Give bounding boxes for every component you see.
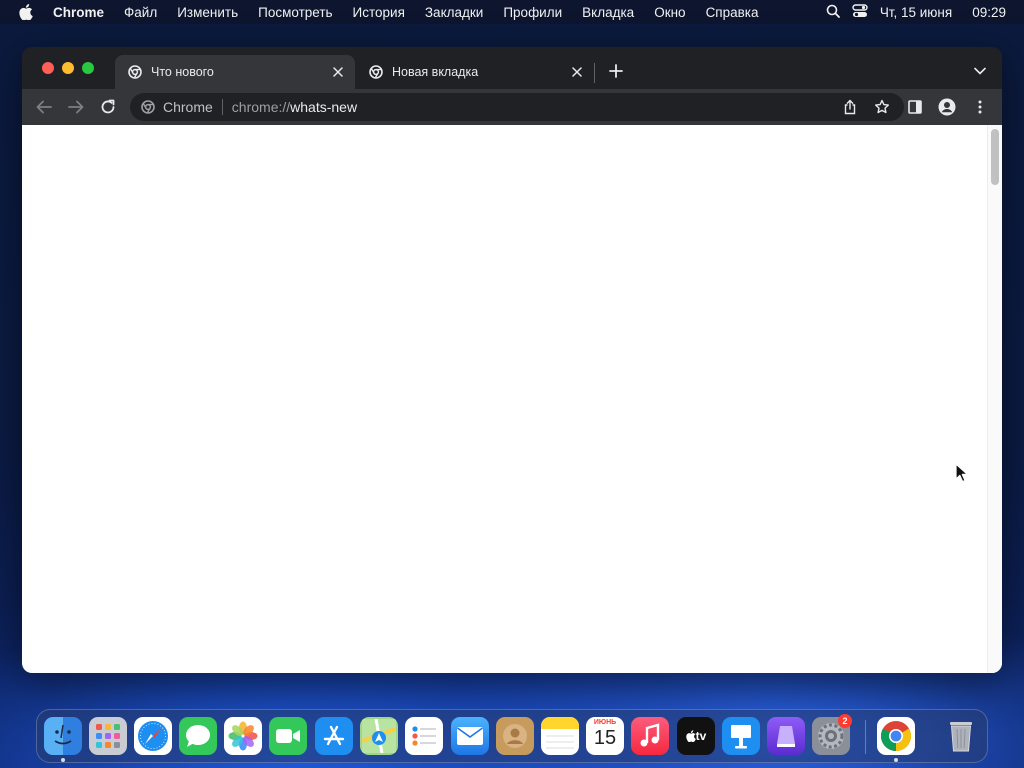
profile-avatar-icon[interactable]: [937, 97, 957, 117]
side-panel-icon[interactable]: [905, 97, 925, 117]
page-content[interactable]: [22, 125, 1002, 673]
trash-icon[interactable]: [942, 717, 980, 755]
menu-window[interactable]: Окно: [654, 5, 685, 20]
photos-icon[interactable]: [224, 717, 262, 755]
chrome-favicon-icon: [368, 64, 384, 80]
vertical-scrollbar[interactable]: [987, 125, 1002, 673]
spotlight-search-icon[interactable]: [826, 4, 840, 21]
omnibox-divider: [221, 99, 223, 115]
bookmark-star-icon[interactable]: [872, 97, 892, 117]
dock: ИЮНЬ 15 tv 2: [36, 709, 988, 763]
new-tab-plus-icon[interactable]: [607, 62, 625, 80]
window-minimize-button[interactable]: [62, 62, 74, 74]
menu-view[interactable]: Посмотреть: [258, 5, 332, 20]
tab-close-icon[interactable]: [330, 64, 346, 80]
system-settings-badge: 2: [838, 714, 852, 728]
site-chip-label: Chrome: [163, 99, 213, 115]
share-icon[interactable]: [840, 97, 860, 117]
tab-search-chevron-down-icon[interactable]: [972, 63, 988, 79]
keynote-icon[interactable]: [722, 717, 760, 755]
more-menu-icon[interactable]: [970, 97, 990, 117]
messages-icon[interactable]: [179, 717, 217, 755]
facetime-icon[interactable]: [269, 717, 307, 755]
finder-running-indicator: [61, 758, 65, 762]
apple-tv-icon[interactable]: tv: [677, 717, 715, 755]
menu-bar-status-area: Чт, 15 июня 09:29: [826, 0, 1006, 24]
chrome-favicon-icon: [127, 64, 143, 80]
tab-close-icon[interactable]: [569, 64, 585, 80]
calendar-month-label: ИЮНЬ: [593, 719, 617, 726]
safari-icon[interactable]: [134, 717, 172, 755]
tab-divider: [594, 63, 595, 83]
dock-separator: [865, 720, 866, 754]
mail-icon[interactable]: [451, 717, 489, 755]
maps-icon[interactable]: [360, 717, 398, 755]
forward-arrow-icon[interactable]: [66, 97, 86, 117]
tab-strip: Что нового Новая вкладка: [22, 47, 1002, 89]
url-scheme: chrome://: [231, 99, 291, 115]
tab-whats-new[interactable]: Что нового: [115, 55, 355, 89]
menu-edit[interactable]: Изменить: [177, 5, 238, 20]
bluebook-icon[interactable]: [767, 717, 805, 755]
address-bar[interactable]: Chrome chrome:// whats-new: [130, 93, 904, 121]
finder-icon[interactable]: [44, 717, 82, 755]
tab-title: Что нового: [151, 65, 214, 79]
launchpad-icon[interactable]: [89, 717, 127, 755]
window-zoom-button[interactable]: [82, 62, 94, 74]
menu-profiles[interactable]: Профили: [503, 5, 562, 20]
tab-new-tab[interactable]: Новая вкладка: [356, 55, 594, 89]
menu-tab[interactable]: Вкладка: [582, 5, 634, 20]
calendar-day-label: 15: [593, 727, 617, 749]
google-chrome-icon[interactable]: [877, 717, 915, 755]
tab-title: Новая вкладка: [392, 65, 479, 79]
control-center-icon[interactable]: [852, 3, 868, 21]
menu-app-name[interactable]: Chrome: [53, 5, 104, 20]
mouse-cursor-icon: [955, 463, 969, 483]
menu-file[interactable]: Файл: [124, 5, 157, 20]
menu-help[interactable]: Справка: [706, 5, 759, 20]
app-store-icon[interactable]: [315, 717, 353, 755]
back-arrow-icon[interactable]: [34, 97, 54, 117]
calendar-icon[interactable]: ИЮНЬ 15: [586, 717, 624, 755]
omnibox-actions: [840, 93, 904, 121]
menu-bar-clock[interactable]: 09:29: [972, 5, 1006, 20]
notes-icon[interactable]: [541, 717, 579, 755]
scrollbar-thumb[interactable]: [991, 129, 999, 185]
chrome-window: Что нового Новая вкладка Chrome chrome:/…: [22, 47, 1002, 673]
chrome-running-indicator: [894, 758, 898, 762]
contacts-icon[interactable]: [496, 717, 534, 755]
apple-tv-label: tv: [695, 729, 707, 743]
menu-bookmarks[interactable]: Закладки: [425, 5, 483, 20]
reminders-icon[interactable]: [405, 717, 443, 755]
chrome-logo-icon[interactable]: [140, 99, 156, 115]
music-icon[interactable]: [631, 717, 669, 755]
url-host: whats-new: [290, 99, 358, 115]
browser-toolbar: Chrome chrome:// whats-new: [22, 89, 1002, 125]
menu-bar: Chrome Файл Изменить Посмотреть История …: [0, 0, 1024, 24]
apple-icon[interactable]: [18, 4, 34, 20]
menu-bar-date[interactable]: Чт, 15 июня: [880, 5, 952, 20]
menu-history[interactable]: История: [353, 5, 405, 20]
window-close-button[interactable]: [42, 62, 54, 74]
reload-icon[interactable]: [98, 97, 118, 117]
